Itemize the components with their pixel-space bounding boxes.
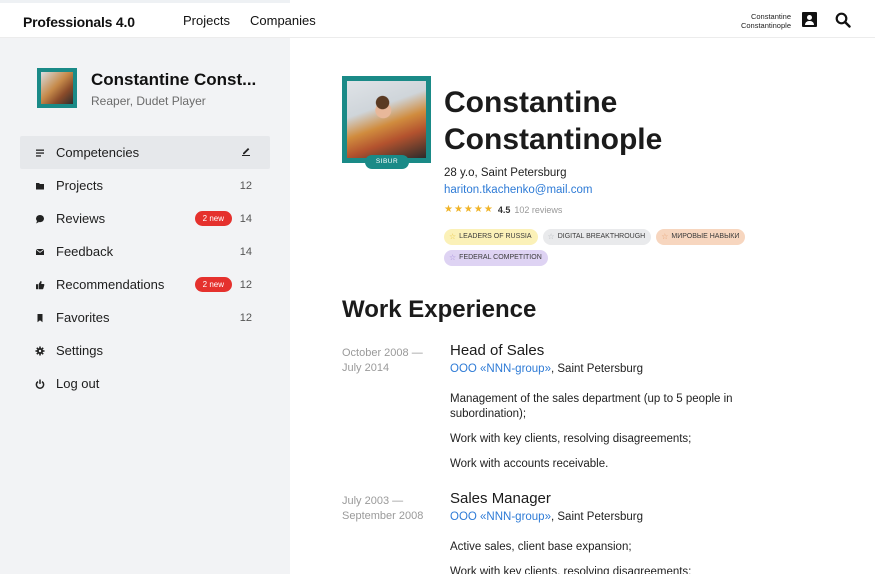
nav-companies[interactable]: Companies [250,13,316,28]
top-accent-line [0,0,290,3]
company-link[interactable]: OOO «NNN-group» [450,511,551,523]
sidebar-item-favorites[interactable]: Favorites 12 [20,301,270,334]
chat-bubble-icon [36,215,44,224]
job-dates: October 2008 — July 2014 [342,346,442,376]
profile-first-name: Constantine [444,86,618,119]
rating-score: 4.5 [497,204,511,215]
user-menu-name[interactable]: Constantine Constantinople [741,12,791,30]
page-title: Constantine Constantinople [444,84,662,158]
star-icon: ☆ [547,232,555,241]
new-badge: 2 new [194,211,232,226]
sidebar-item-recommendations[interactable]: Recommendations 2 new 12 [20,268,270,301]
sidebar-item-count: 12 [239,179,252,192]
job-date-to: September 2008 [342,510,424,522]
power-icon [35,379,45,389]
job-duty: Work with accounts receivable. [450,458,609,470]
sidebar-item-settings[interactable]: Settings [20,334,270,367]
pencil-icon[interactable] [241,146,251,156]
job-duties: Active sales, client base expansion; Wor… [450,540,770,574]
job-duties: Management of the sales department (up t… [450,392,770,482]
star-icon: ☆ [449,253,457,262]
envelope-icon [35,248,45,255]
user-first-name: Constantine [750,12,791,21]
sidebar-item-label: Recommendations [56,277,165,292]
job-duty: Active sales, client base expansion; [450,541,632,553]
bookmark-icon [37,314,43,323]
achievement-chips: ☆ LEADERS OF RUSSIA ☆ DIGITAL BREAKTHROU… [444,229,804,266]
profile-avatar [342,76,431,163]
top-bar: Professionals 4.0 Projects Companies Con… [0,0,875,38]
gear-icon [35,346,45,356]
sidebar-item-feedback[interactable]: Feedback 14 [20,235,270,268]
sidebar-item-label: Competencies [56,145,140,160]
chip-federal-competition[interactable]: ☆ FEDERAL COMPETITION [444,250,548,266]
sidebar-item-count: 12 [239,311,252,324]
job-company: OOO «NNN-group», Saint Petersburg [450,363,643,375]
work-experience-heading: Work Experience [342,296,537,323]
sidebar: Constantine Const... Reaper, Dudet Playe… [0,38,290,574]
rating-reviews: 102 reviews [514,204,563,215]
sidebar-item-label: Feedback [56,244,114,259]
profile-rating[interactable]: ★★★★★ 4.5 102 reviews [444,204,562,215]
sidebar-item-logout[interactable]: Log out [20,367,270,400]
profile-age-city: 28 y.o, Saint Petersburg [444,167,567,179]
search-icon[interactable] [835,12,851,28]
sidebar-item-label: Favorites [56,310,110,325]
job-city: , Saint Petersburg [550,363,644,375]
chip-label: МИРОВЫЕ НАВЫКИ [671,233,740,240]
thumbs-up-icon [36,281,45,290]
job-date-to: July 2014 [342,362,390,374]
brand-version: 4.0 [115,14,135,30]
brand-name: Professionals [23,14,113,30]
profile-last-name: Constantinople [444,123,663,156]
sidebar-item-label: Log out [56,376,100,391]
sidebar-item-reviews[interactable]: Reviews 2 new 14 [20,202,270,235]
sidebar-menu: Competencies Projects 12 Reviews 2 new 1… [20,136,270,400]
new-badge: 2 new [194,277,232,292]
nav-projects[interactable]: Projects [183,13,230,28]
folder-icon [36,183,44,190]
chip-leaders-of-russia[interactable]: ☆ LEADERS OF RUSSIA [444,229,538,245]
sidebar-item-projects[interactable]: Projects 12 [20,169,270,202]
sidebar-item-count: 12 [239,278,252,291]
sidebar-item-label: Projects [56,178,103,193]
job-company: OOO «NNN-group», Saint Petersburg [450,511,643,523]
job-date-from: October 2008 — [342,347,423,359]
sidebar-item-count: 14 [239,212,252,225]
chip-world-skills[interactable]: ☆ МИРОВЫЕ НАВЫКИ [656,229,746,245]
job-duty: Work with key clients, resolving disagre… [450,433,692,445]
job-duty: Work with key clients, resolving disagre… [450,566,692,574]
user-last-name: Constantinople [740,21,791,30]
avatar[interactable] [37,68,77,108]
chip-digital-breakthrough[interactable]: ☆ DIGITAL BREAKTHROUGH [542,229,652,245]
user-icon[interactable] [802,12,817,27]
sidebar-item-count: 14 [239,245,252,258]
rating-stars-icon: ★★★★★ [444,204,494,215]
job-city: , Saint Petersburg [550,511,644,523]
job-title: Head of Sales [450,342,545,359]
sidebar-item-label: Settings [56,343,103,358]
brand-logo[interactable]: Professionals 4.0 [23,14,135,30]
sidebar-user-name: Constantine Const... [91,70,257,89]
chip-label: LEADERS OF RUSSIA [459,233,532,240]
job-dates: July 2003 — September 2008 [342,494,442,524]
list-icon [36,149,44,157]
sidebar-item-competencies[interactable]: Competencies [20,136,270,169]
job-duty: Management of the sales department (up t… [450,393,733,420]
job-title: Sales Manager [450,490,551,507]
chip-label: DIGITAL BREAKTHROUGH [557,233,646,240]
sidebar-item-label: Reviews [56,211,106,226]
chip-label: FEDERAL COMPETITION [459,254,542,261]
sidebar-user-role: Reaper, Dudet Player [91,94,206,108]
avatar-company-tag: SIBUR [365,155,409,169]
profile-email-link[interactable]: hariton.tkachenko@mail.com [444,184,592,196]
job-date-from: July 2003 — [342,495,404,507]
company-link[interactable]: OOO «NNN-group» [450,363,551,375]
star-icon: ☆ [449,232,457,241]
star-icon: ☆ [661,232,669,241]
